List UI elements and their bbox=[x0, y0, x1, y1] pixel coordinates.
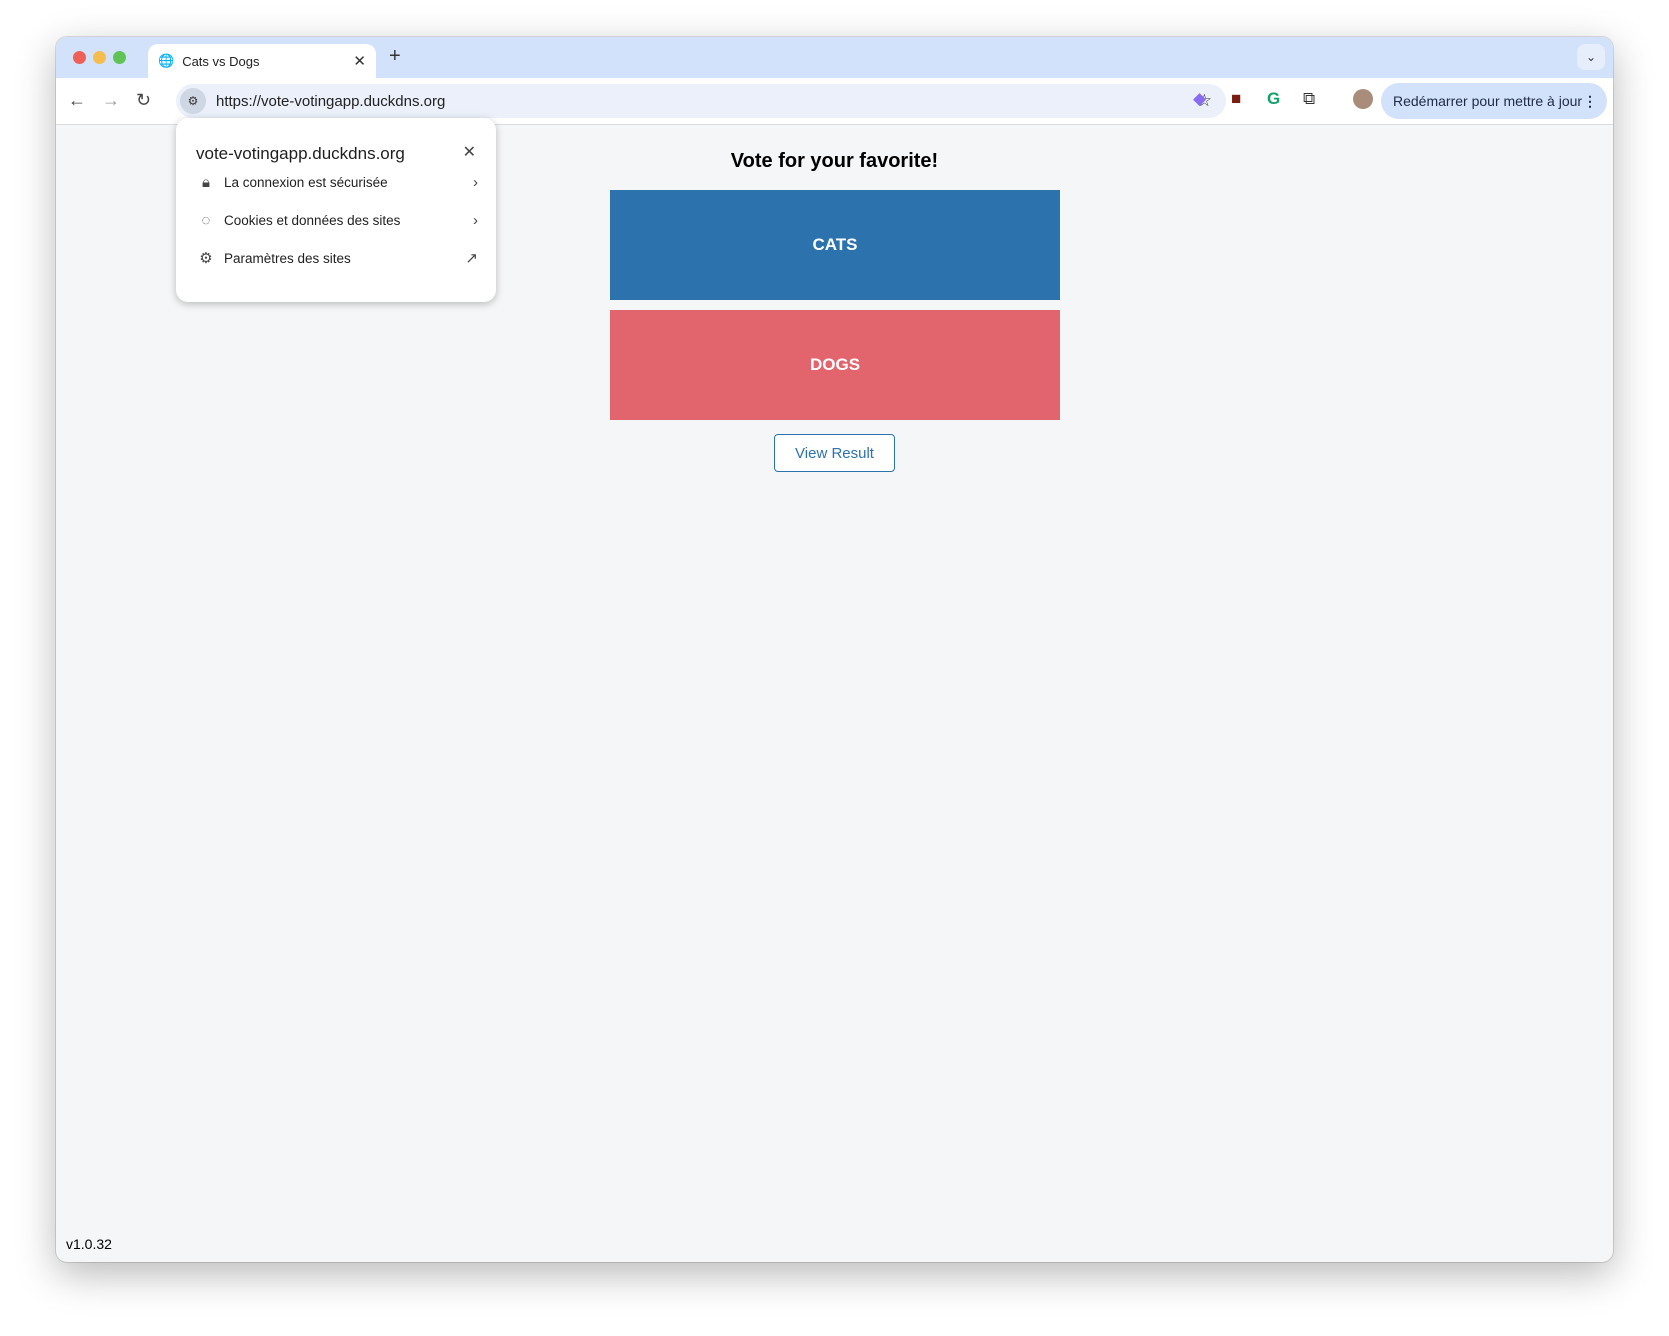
gear-icon: ⚙ bbox=[199, 250, 213, 267]
extensions-puzzle-icon[interactable]: ⧉ bbox=[1303, 89, 1315, 109]
view-result-button[interactable]: View Result bbox=[774, 434, 895, 472]
chevron-right-icon: › bbox=[473, 211, 478, 229]
tab-title: Cats vs Dogs bbox=[182, 53, 260, 69]
tab-cats-vs-dogs[interactable]: 🌐 Cats vs Dogs ✕ bbox=[148, 44, 376, 78]
popup-domain: vote-votingapp.duckdns.org bbox=[196, 144, 405, 163]
forward-button[interactable]: → bbox=[102, 90, 120, 111]
more-menu-icon[interactable]: ⋮ bbox=[1583, 93, 1597, 110]
avatar[interactable] bbox=[1353, 89, 1373, 109]
reload-button[interactable]: ↻ bbox=[136, 90, 151, 111]
external-link-icon: ↗ bbox=[465, 250, 478, 267]
vote-cats-button[interactable]: CATS bbox=[610, 190, 1060, 300]
item-label: La connexion est sécurisée bbox=[224, 174, 388, 190]
back-button[interactable]: ← bbox=[68, 90, 86, 111]
url-text[interactable]: https://vote-votingapp.duckdns.org bbox=[216, 93, 445, 110]
close-window-button[interactable] bbox=[73, 51, 86, 64]
restart-update-button[interactable]: Redémarrer pour mettre à jour ⋮ bbox=[1381, 83, 1607, 119]
lock-icon: 🔒︎ bbox=[202, 173, 210, 191]
site-info-icon[interactable]: ⚙ bbox=[180, 88, 206, 114]
version-label: v1.0.32 bbox=[66, 1236, 112, 1252]
cookies-item[interactable]: ◌ Cookies et données des sites › bbox=[196, 208, 478, 232]
minimize-window-button[interactable] bbox=[93, 51, 106, 64]
extension-diamond-icon[interactable]: ◆ bbox=[1193, 89, 1206, 109]
restart-label: Redémarrer pour mettre à jour bbox=[1393, 93, 1583, 109]
grammarly-icon[interactable]: G bbox=[1267, 89, 1280, 109]
cookie-icon: ◌ bbox=[201, 211, 211, 229]
item-label: Paramètres des sites bbox=[224, 250, 351, 266]
new-tab-button[interactable]: + bbox=[389, 45, 401, 68]
item-label: Cookies et données des sites bbox=[224, 212, 401, 228]
tab-search-button[interactable]: ⌄ bbox=[1577, 44, 1605, 70]
maximize-window-button[interactable] bbox=[113, 51, 126, 64]
address-bar[interactable]: ⚙ https://vote-votingapp.duckdns.org ☆ bbox=[176, 84, 1226, 118]
site-settings-item[interactable]: ⚙ Paramètres des sites ↗ bbox=[196, 246, 478, 270]
globe-icon: 🌐 bbox=[158, 53, 175, 68]
popup-close-icon[interactable]: ✕ bbox=[463, 142, 476, 162]
chevron-right-icon: › bbox=[473, 173, 478, 191]
vote-dogs-button[interactable]: DOGS bbox=[610, 310, 1060, 420]
site-info-popup: vote-votingapp.duckdns.org ✕ 🔒︎ La connex… bbox=[176, 118, 496, 302]
tab-bar: 🌐 Cats vs Dogs ✕ + ⌄ bbox=[56, 37, 1613, 78]
extension-dropper-icon[interactable]: ■ bbox=[1231, 89, 1241, 109]
tab-close-icon[interactable]: ✕ bbox=[353, 52, 366, 70]
connection-secure-item[interactable]: 🔒︎ La connexion est sécurisée › bbox=[196, 170, 478, 194]
browser-window: 🌐 Cats vs Dogs ✕ + ⌄ ← → ↻ ⚙ https://vot… bbox=[56, 37, 1613, 1262]
